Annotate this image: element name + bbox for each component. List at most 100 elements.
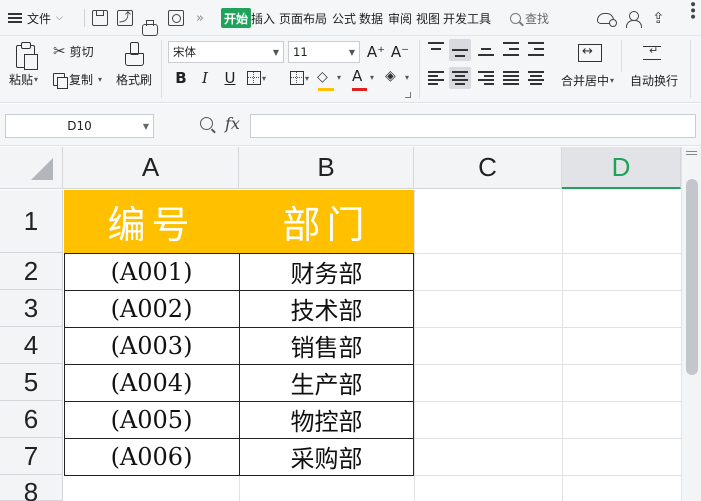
file-menu[interactable]: 文件 ⌵ bbox=[8, 0, 63, 36]
cell-style-button[interactable]: ▾ bbox=[290, 71, 309, 85]
chevron-down-icon: ▼ bbox=[142, 121, 149, 131]
merge-center-button[interactable] bbox=[578, 42, 604, 64]
clear-format-button[interactable]: ◈ ▾ bbox=[384, 67, 414, 91]
align-right-button[interactable] bbox=[478, 71, 494, 85]
chevron-down-icon: ▾ bbox=[262, 73, 267, 83]
formula-input[interactable] bbox=[250, 114, 696, 138]
share-button[interactable]: ⇪ bbox=[652, 0, 665, 36]
insert-function-button[interactable]: fx bbox=[225, 114, 240, 133]
align-top-button[interactable] bbox=[428, 42, 444, 56]
distributed-align-button[interactable] bbox=[528, 71, 544, 85]
cloud-sync-button[interactable] bbox=[597, 0, 617, 36]
font-dialog-launcher[interactable] bbox=[405, 92, 411, 98]
format-painter-text: 格式刷 bbox=[116, 73, 153, 87]
row-header-2[interactable]: 2 bbox=[0, 253, 63, 290]
more-options-button[interactable]: ••• bbox=[684, 0, 700, 36]
column-header-a[interactable]: A bbox=[63, 147, 239, 189]
underline-button[interactable]: U bbox=[221, 67, 239, 89]
font-size-select[interactable]: 11 ▼ bbox=[288, 41, 360, 63]
column-header-d[interactable]: D bbox=[562, 147, 681, 189]
italic-button[interactable]: I bbox=[197, 67, 213, 89]
copy-button[interactable]: 复制 ▾ bbox=[53, 71, 102, 89]
align-middle-button[interactable] bbox=[449, 39, 471, 61]
split-handle-icon[interactable] bbox=[686, 151, 697, 155]
print-preview-button[interactable] bbox=[168, 0, 184, 36]
format-painter-button[interactable] bbox=[124, 42, 146, 68]
increase-font-button[interactable]: A⁺ bbox=[367, 41, 385, 63]
tab-view[interactable]: 视图 bbox=[416, 0, 440, 36]
row-header-8[interactable]: 8 bbox=[0, 475, 63, 501]
column-header-c[interactable]: C bbox=[414, 147, 562, 189]
font-color-button[interactable]: A ▾ bbox=[350, 67, 380, 91]
vertical-scrollbar[interactable] bbox=[681, 147, 701, 501]
row-header-7[interactable]: 7 bbox=[0, 438, 63, 475]
cloud-icon bbox=[597, 12, 617, 27]
borders-button[interactable]: ▾ bbox=[247, 71, 266, 85]
export-icon bbox=[117, 8, 133, 26]
decrease-indent-button[interactable] bbox=[503, 42, 519, 56]
search-button[interactable]: 查找 bbox=[510, 0, 549, 36]
file-menu-label: 文件 bbox=[27, 11, 52, 26]
align-left-icon bbox=[428, 71, 444, 85]
scroll-thumb[interactable] bbox=[686, 179, 698, 375]
chevron-down-icon: ▾ bbox=[337, 73, 342, 82]
chevron-down-icon: ▾ bbox=[370, 73, 375, 82]
chevron-down-icon: ▾ bbox=[405, 73, 410, 82]
merge-center-menu[interactable]: 合并居中 ▾ bbox=[561, 72, 614, 89]
align-left-button[interactable] bbox=[428, 71, 444, 85]
paste-button[interactable] bbox=[16, 42, 40, 70]
wrap-text-button[interactable] bbox=[642, 42, 666, 64]
collaborate-button[interactable] bbox=[626, 0, 642, 36]
chevron-down-icon: ▼ bbox=[348, 47, 355, 57]
font-color-swatch bbox=[352, 88, 367, 91]
row-header-1[interactable]: 1 bbox=[0, 190, 63, 253]
name-box[interactable]: D10 ▼ bbox=[5, 114, 154, 138]
cell-grid[interactable]: 编号 部门 (A001) 财务部 (A002) 技术部 (A003) 销售部 (… bbox=[64, 190, 681, 501]
fill-color-button[interactable]: ◇ ▾ bbox=[316, 67, 346, 91]
decrease-font-button[interactable]: A⁻ bbox=[391, 41, 409, 63]
fill-color-swatch bbox=[318, 88, 334, 91]
eraser-icon: ◈ bbox=[385, 68, 396, 84]
save-button[interactable] bbox=[92, 0, 108, 36]
align-center-button[interactable] bbox=[449, 67, 471, 89]
paste-menu[interactable]: 粘贴 ▾ bbox=[9, 71, 38, 88]
copy-label: 复制 bbox=[69, 73, 94, 87]
export-pdf-button[interactable] bbox=[117, 0, 133, 36]
table-border bbox=[64, 327, 414, 328]
tab-home[interactable]: 开始 bbox=[221, 8, 252, 28]
row-header-5[interactable]: 5 bbox=[0, 364, 63, 401]
merge-center-label: 合并居中 bbox=[561, 74, 610, 88]
scissors-icon: ✂ bbox=[53, 42, 66, 60]
tab-review[interactable]: 审阅 bbox=[388, 0, 412, 36]
copy-icon bbox=[53, 73, 68, 89]
row-header-4[interactable]: 4 bbox=[0, 327, 63, 364]
print-button[interactable] bbox=[142, 0, 158, 36]
paste-label: 粘贴 bbox=[9, 73, 34, 87]
justify-button[interactable] bbox=[503, 71, 519, 85]
divider bbox=[161, 40, 162, 98]
divider bbox=[690, 40, 691, 98]
bold-button[interactable]: B bbox=[172, 67, 190, 89]
column-header-b[interactable]: B bbox=[239, 147, 414, 189]
row-header-6[interactable]: 6 bbox=[0, 401, 63, 438]
tab-page-layout[interactable]: 页面布局 bbox=[279, 0, 327, 36]
cut-button[interactable]: ✂ 剪切 bbox=[53, 43, 94, 60]
cell-b1[interactable]: 部门 bbox=[239, 190, 414, 253]
tab-formulas[interactable]: 公式 bbox=[332, 0, 356, 36]
select-all-button[interactable] bbox=[0, 147, 63, 189]
tab-insert[interactable]: 插入 bbox=[251, 0, 275, 36]
chevron-down-icon: ▾ bbox=[305, 73, 310, 83]
tab-developer[interactable]: 开发工具 bbox=[443, 0, 491, 36]
increase-indent-button[interactable] bbox=[528, 42, 544, 56]
more-quick-access-button[interactable]: » bbox=[196, 0, 204, 36]
chevron-down-icon: ▼ bbox=[272, 47, 279, 57]
tab-data[interactable]: 数据 bbox=[359, 0, 383, 36]
cell-a1[interactable]: 编号 bbox=[64, 190, 239, 253]
align-bottom-button[interactable] bbox=[478, 42, 494, 56]
align-top-icon bbox=[428, 42, 444, 56]
font-name-select[interactable]: 宋体 ▼ bbox=[168, 41, 284, 63]
divider bbox=[621, 40, 622, 72]
row-header-3[interactable]: 3 bbox=[0, 290, 63, 327]
search-formula-icon[interactable] bbox=[200, 117, 213, 130]
decrease-indent-icon bbox=[503, 42, 519, 56]
